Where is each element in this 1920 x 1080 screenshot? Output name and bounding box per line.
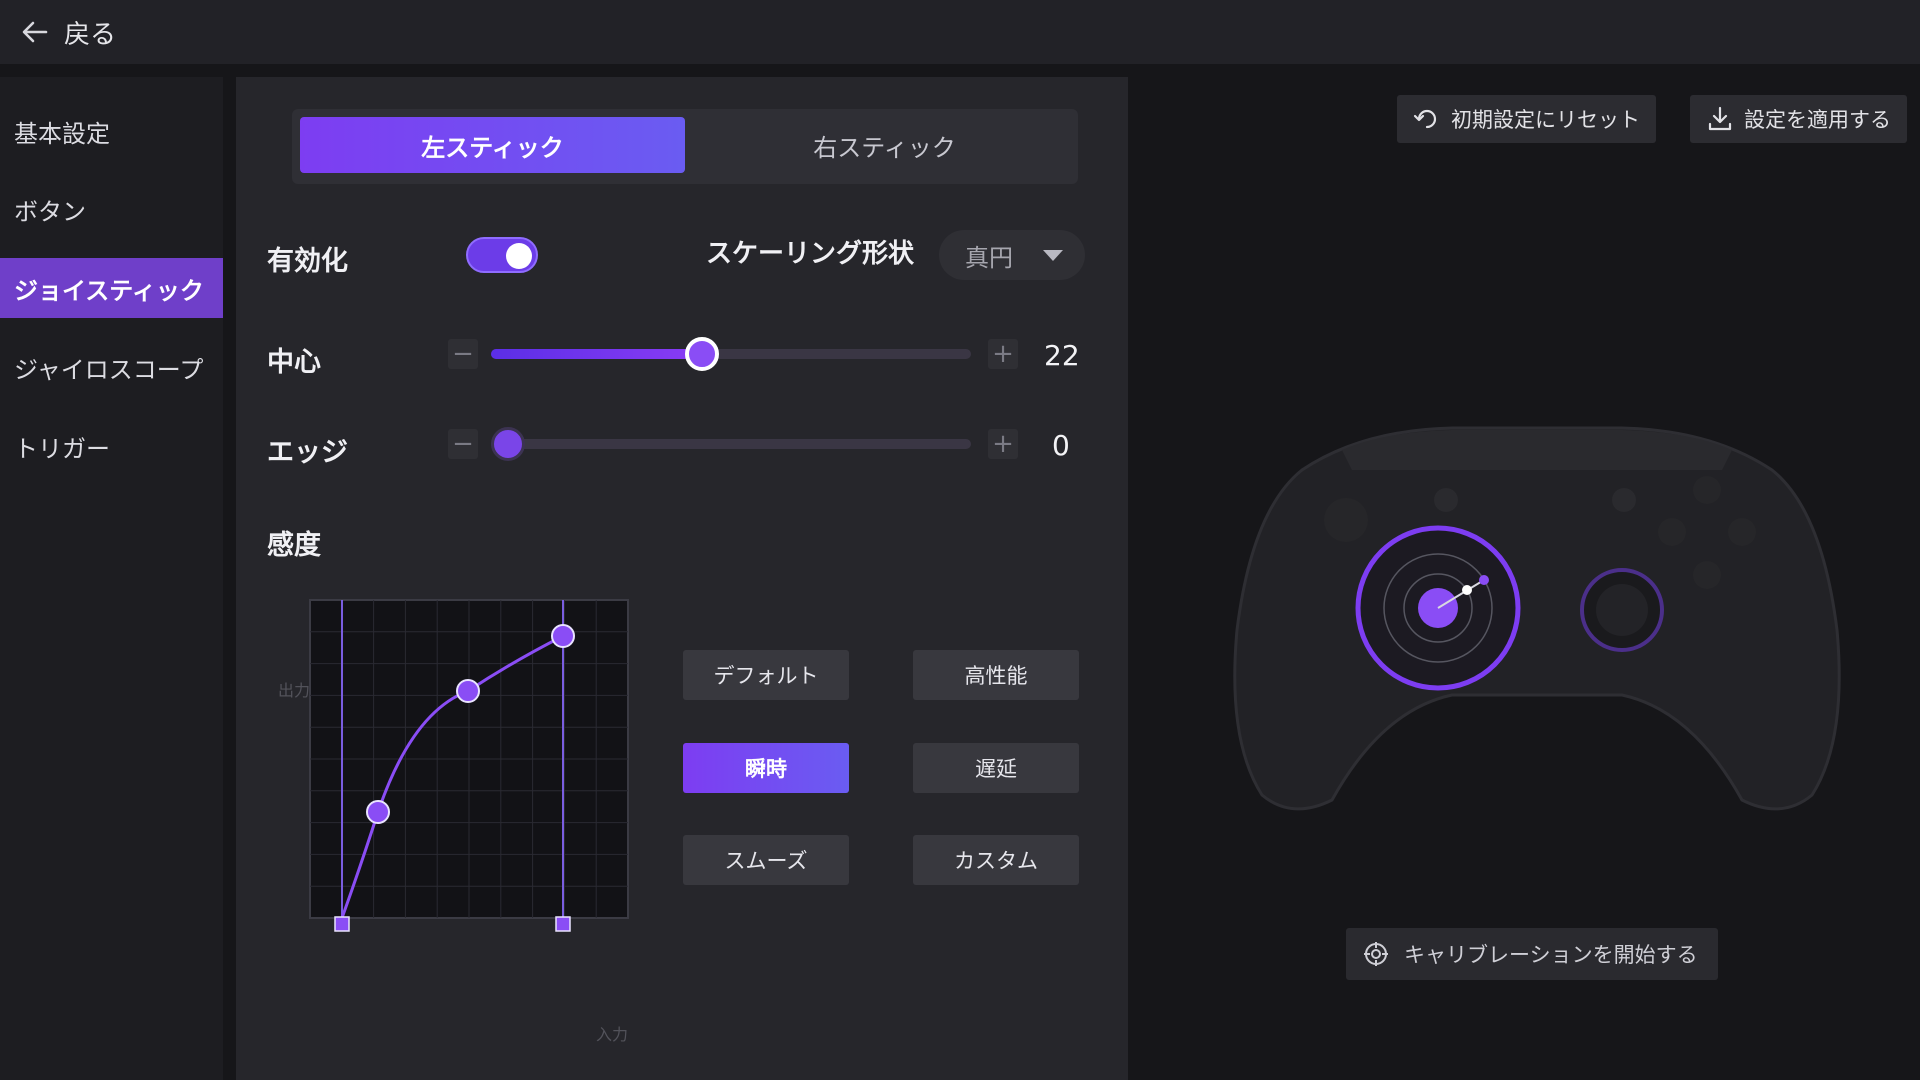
tab-left-stick[interactable]: 左スティック [300, 117, 685, 173]
sidebar-item-label: ジャイロスコープ [14, 355, 204, 384]
center-slider-fill [491, 349, 703, 359]
calibration-icon [1364, 942, 1388, 966]
edge-increase-button[interactable]: + [988, 429, 1018, 459]
chevron-down-icon [1043, 250, 1063, 261]
start-calibration-button[interactable]: キャリブレーションを開始する [1346, 928, 1718, 980]
edge-slider-thumb[interactable] [491, 427, 525, 461]
apply-label: 設定を適用する [1744, 108, 1891, 132]
plus-icon: + [992, 429, 1014, 459]
preset-delay-button[interactable]: 遅延 [913, 743, 1079, 793]
sidebar-item-buttons[interactable]: ボタン [0, 179, 223, 239]
curve-point-2[interactable] [456, 679, 480, 703]
back-label: 戻る [64, 19, 117, 50]
preset-instant-button[interactable]: 瞬時 [683, 743, 849, 793]
sidebar-item-joystick[interactable]: ジョイスティック [0, 258, 223, 318]
center-slider-thumb[interactable] [685, 337, 720, 371]
preset-smooth-button[interactable]: スムーズ [683, 835, 849, 885]
enable-toggle[interactable] [466, 237, 538, 273]
center-value: 22 [1044, 339, 1080, 372]
stick-tabs: 左スティック 右スティック [292, 109, 1078, 184]
edge-decrease-button[interactable]: − [448, 429, 478, 459]
top-bar: 戻る [0, 0, 1920, 64]
center-increase-button[interactable]: + [988, 339, 1018, 369]
sidebar-item-label: ジョイスティック [14, 276, 204, 305]
apply-settings-button[interactable]: 設定を適用する [1690, 95, 1907, 143]
sidebar-item-label: トリガー [14, 434, 110, 463]
scaling-shape-label: スケーリング形状 [706, 239, 915, 269]
minus-icon: − [452, 429, 474, 459]
edge-slider-track[interactable] [491, 439, 971, 449]
edge-label: エッジ [267, 437, 348, 468]
calibration-label: キャリブレーションを開始する [1404, 943, 1698, 967]
reset-icon [1413, 109, 1437, 129]
sensitivity-graph[interactable] [302, 592, 642, 932]
reset-label: 初期設定にリセット [1451, 108, 1640, 132]
sidebar-item-label: ボタン [14, 197, 86, 226]
preset-default-button[interactable]: デフォルト [683, 650, 849, 700]
center-slider-track[interactable] [491, 349, 971, 359]
controller-image [1233, 426, 1841, 811]
minus-icon: − [452, 339, 474, 369]
input-max-handle[interactable] [555, 916, 571, 932]
plus-icon: + [992, 339, 1014, 369]
sidebar-item-gyroscope[interactable]: ジャイロスコープ [0, 337, 223, 397]
sidebar-item-basic[interactable]: 基本設定 [0, 101, 223, 161]
toggle-knob [506, 243, 532, 269]
curve-point-1[interactable] [366, 800, 390, 824]
input-min-handle[interactable] [334, 916, 350, 932]
sidebar-item-label: 基本設定 [14, 119, 110, 148]
sidebar: 基本設定 ボタン ジョイスティック ジャイロスコープ トリガー [0, 77, 223, 1080]
preset-high-performance-button[interactable]: 高性能 [913, 650, 1079, 700]
download-icon [1708, 106, 1732, 131]
preset-custom-button[interactable]: カスタム [913, 835, 1079, 885]
center-label: 中心 [267, 347, 321, 378]
sidebar-item-trigger[interactable]: トリガー [0, 416, 223, 476]
scaling-shape-value: 真円 [965, 243, 1013, 272]
edge-value: 0 [1052, 429, 1070, 462]
center-decrease-button[interactable]: − [448, 339, 478, 369]
scaling-shape-select[interactable]: 真円 [939, 230, 1085, 280]
back-button[interactable]: 戻る [18, 12, 116, 52]
reset-defaults-button[interactable]: 初期設定にリセット [1397, 95, 1656, 143]
tab-right-stick[interactable]: 右スティック [692, 117, 1077, 173]
input-axis-label: 入力 [596, 1025, 629, 1044]
sensitivity-label: 感度 [267, 530, 321, 561]
enable-label: 有効化 [267, 246, 348, 277]
back-arrow-icon [22, 21, 48, 43]
curve-point-3[interactable] [551, 624, 575, 648]
